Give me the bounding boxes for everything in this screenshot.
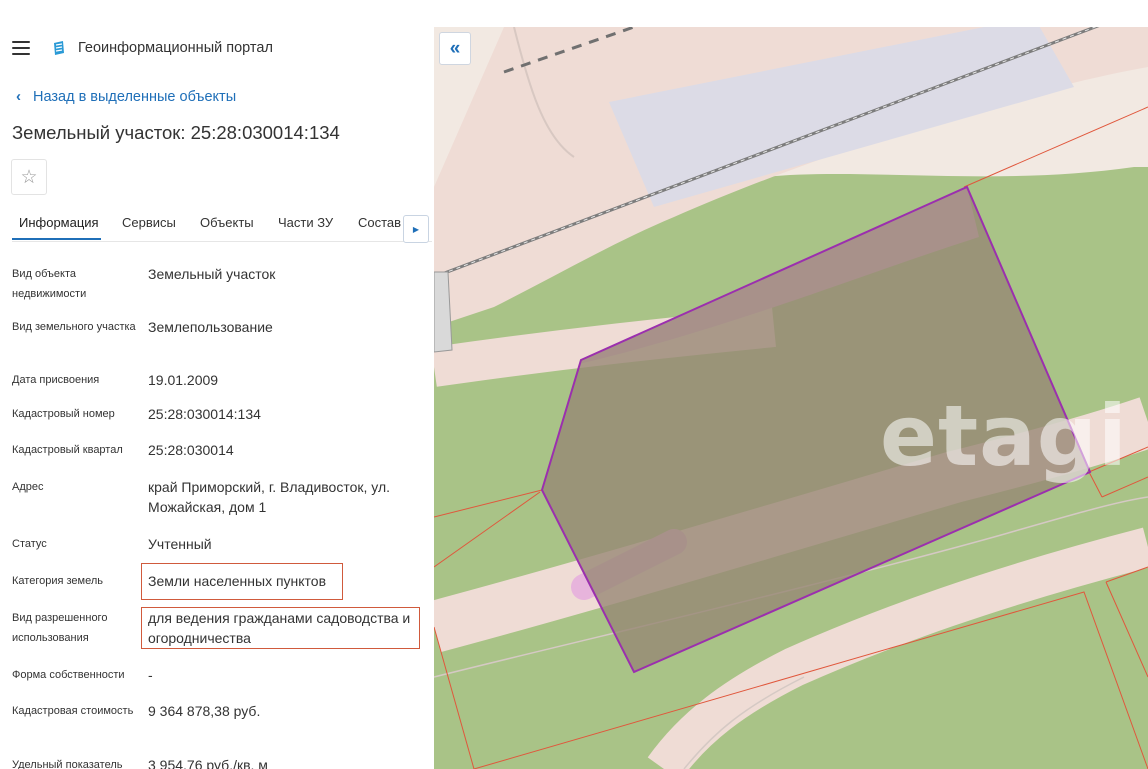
etagi-watermark: etagi xyxy=(880,387,1128,485)
collapse-panel-button[interactable]: « xyxy=(439,32,471,65)
info-label: Кадастровый номер xyxy=(12,408,115,420)
permitted-use-highlight xyxy=(141,607,420,649)
info-label: Кадастровая стоимость xyxy=(12,705,134,717)
star-icon: ☆ xyxy=(20,166,38,188)
tab-objects[interactable]: Объекты xyxy=(200,215,254,230)
chevron-right-icon: ▶ xyxy=(412,224,420,234)
tab-composition[interactable]: Состав xyxy=(358,215,401,230)
info-value: Учтенный xyxy=(148,536,212,552)
info-label: Вид земельного участка xyxy=(12,321,136,333)
chevron-left-icon: ‹ xyxy=(16,88,21,105)
tabs-scroll-right-button[interactable]: ▶ xyxy=(403,215,429,243)
portal-logo-icon xyxy=(54,41,64,55)
info-value: Землепользование xyxy=(148,319,273,335)
info-label: Удельный показатель xyxy=(12,759,123,769)
info-label: Адрес xyxy=(12,481,44,493)
info-label: Категория земель xyxy=(12,575,103,587)
info-value: 9 364 878,38 руб. xyxy=(148,703,261,719)
active-tab-indicator xyxy=(12,238,101,240)
favorite-button[interactable]: ☆ xyxy=(11,159,47,195)
info-label: Дата присвоения xyxy=(12,374,100,386)
info-label: Статус xyxy=(12,538,47,550)
info-value: Земельный участок xyxy=(148,266,276,282)
map-view[interactable]: P etagi xyxy=(434,27,1148,769)
tab-info[interactable]: Информация xyxy=(19,215,99,230)
info-value: 3 954,76 руб./кв. м xyxy=(148,757,268,769)
back-to-selected-link[interactable]: ‹ Назад в выделенные объекты xyxy=(16,88,236,105)
back-link-label: Назад в выделенные объекты xyxy=(33,88,237,105)
double-chevron-left-icon: « xyxy=(449,37,461,59)
portal-title: Геоинформационный портал xyxy=(78,40,273,56)
land-category-highlight xyxy=(141,563,343,600)
tab-parts[interactable]: Части ЗУ xyxy=(278,215,333,230)
header: Геоинформационный портал xyxy=(12,36,273,60)
tab-services[interactable]: Сервисы xyxy=(122,215,176,230)
object-title: Земельный участок: 25:28:030014:134 xyxy=(12,122,340,143)
info-label: Форма собственности xyxy=(12,669,125,681)
info-label: Кадастровый квартал xyxy=(12,444,123,456)
info-value: 25:28:030014:134 xyxy=(148,406,261,422)
info-value: 19.01.2009 xyxy=(148,372,219,388)
info-panel: Геоинформационный портал ‹ Назад в выдел… xyxy=(0,0,434,769)
info-label: Вид объекта недвижимости xyxy=(12,268,87,300)
info-value: 25:28:030014 xyxy=(148,442,234,458)
info-value: край Приморский, г. Владивосток, ул. Мож… xyxy=(148,479,391,515)
tab-bar: Информация Сервисы Объекты Части ЗУ Сост… xyxy=(12,205,432,243)
info-label: Вид разрешенного использования xyxy=(12,612,108,644)
info-value: - xyxy=(148,667,153,683)
hamburger-icon[interactable] xyxy=(12,41,30,55)
